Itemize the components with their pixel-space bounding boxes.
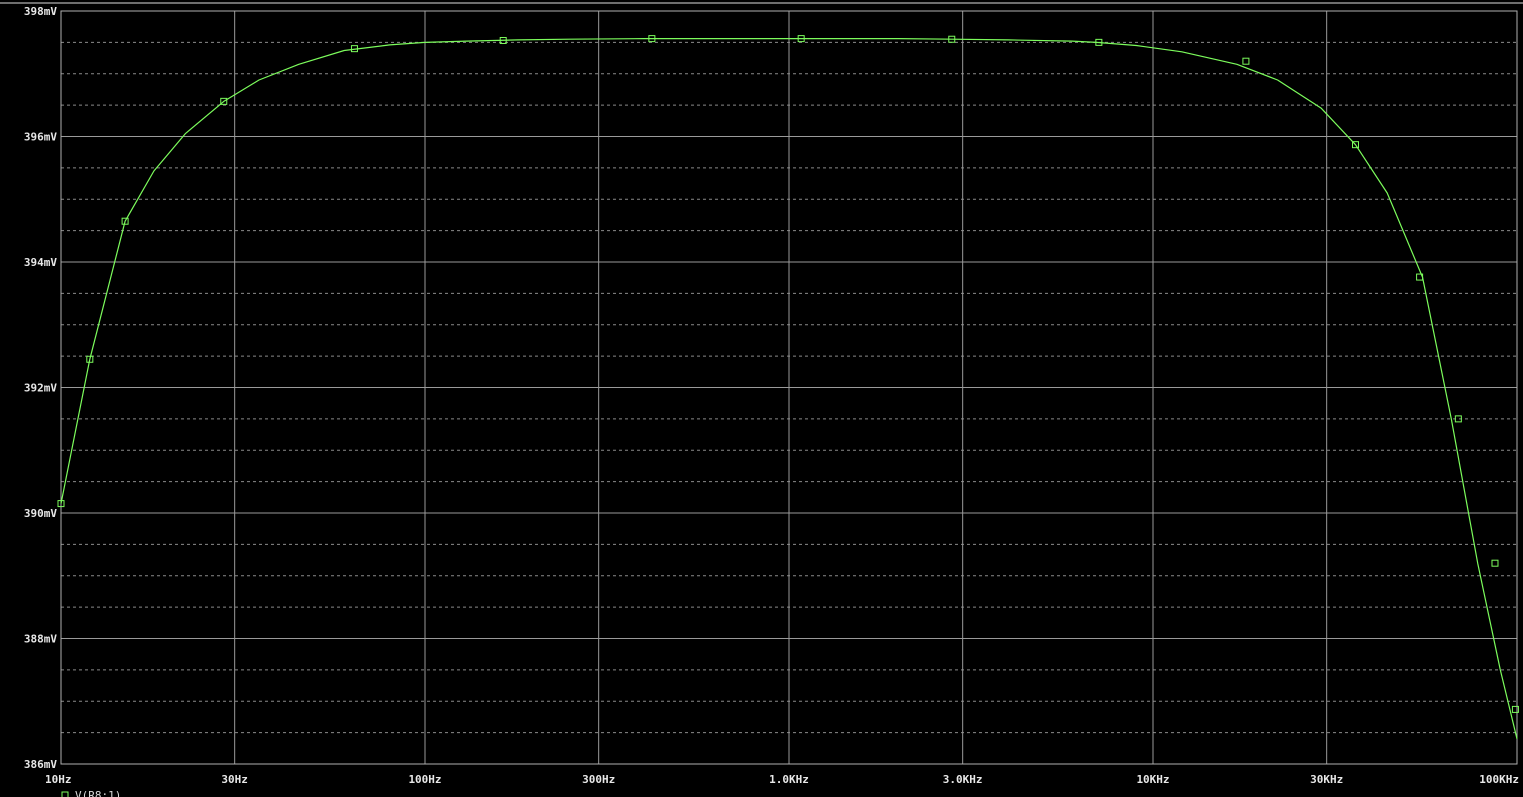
major-gridlines	[60, 10, 1518, 765]
y-tick-label: 390mV	[24, 507, 57, 520]
y-tick-label: 386mV	[24, 758, 57, 771]
data-marker	[1511, 705, 1519, 713]
x-axis-tick-labels: 10Hz 30Hz 100Hz 300Hz 1.0KHz 3.0KHz 10KHz 30KHz…	[45, 773, 1519, 786]
y-tick-label: 396mV	[24, 131, 57, 144]
legend-label: V(R8:1)	[75, 789, 121, 797]
data-marker	[1242, 57, 1250, 65]
x-tick-label: 100Hz	[408, 773, 441, 786]
y-tick-label: 388mV	[24, 633, 57, 646]
x-tick-label: 100KHz	[1479, 773, 1519, 786]
x-tick-label: 3.0KHz	[943, 773, 983, 786]
x-tick-label: 10Hz	[45, 773, 72, 786]
x-tick-label: 30Hz	[221, 773, 248, 786]
legend-marker	[61, 791, 69, 797]
plot-frame	[0, 2, 1523, 765]
y-tick-label: 392mV	[24, 382, 57, 395]
x-tick-label: 1.0KHz	[769, 773, 809, 786]
x-tick-label: 10KHz	[1136, 773, 1169, 786]
frequency-response-chart: 10Hz 30Hz 100Hz 300Hz 1.0KHz 3.0KHz 10KHz 30KHz…	[0, 2, 1523, 797]
series-markers	[57, 35, 1519, 713]
y-tick-label: 398mV	[24, 5, 57, 18]
legend: V(R8:1)	[61, 789, 121, 797]
y-tick-label: 394mV	[24, 256, 57, 269]
data-marker	[1491, 559, 1499, 567]
y-axis-tick-labels: 398mV 396mV 394mV 392mV 390mV 388mV 386mV	[24, 5, 57, 771]
x-tick-label: 30KHz	[1310, 773, 1343, 786]
x-tick-label: 300Hz	[582, 773, 615, 786]
